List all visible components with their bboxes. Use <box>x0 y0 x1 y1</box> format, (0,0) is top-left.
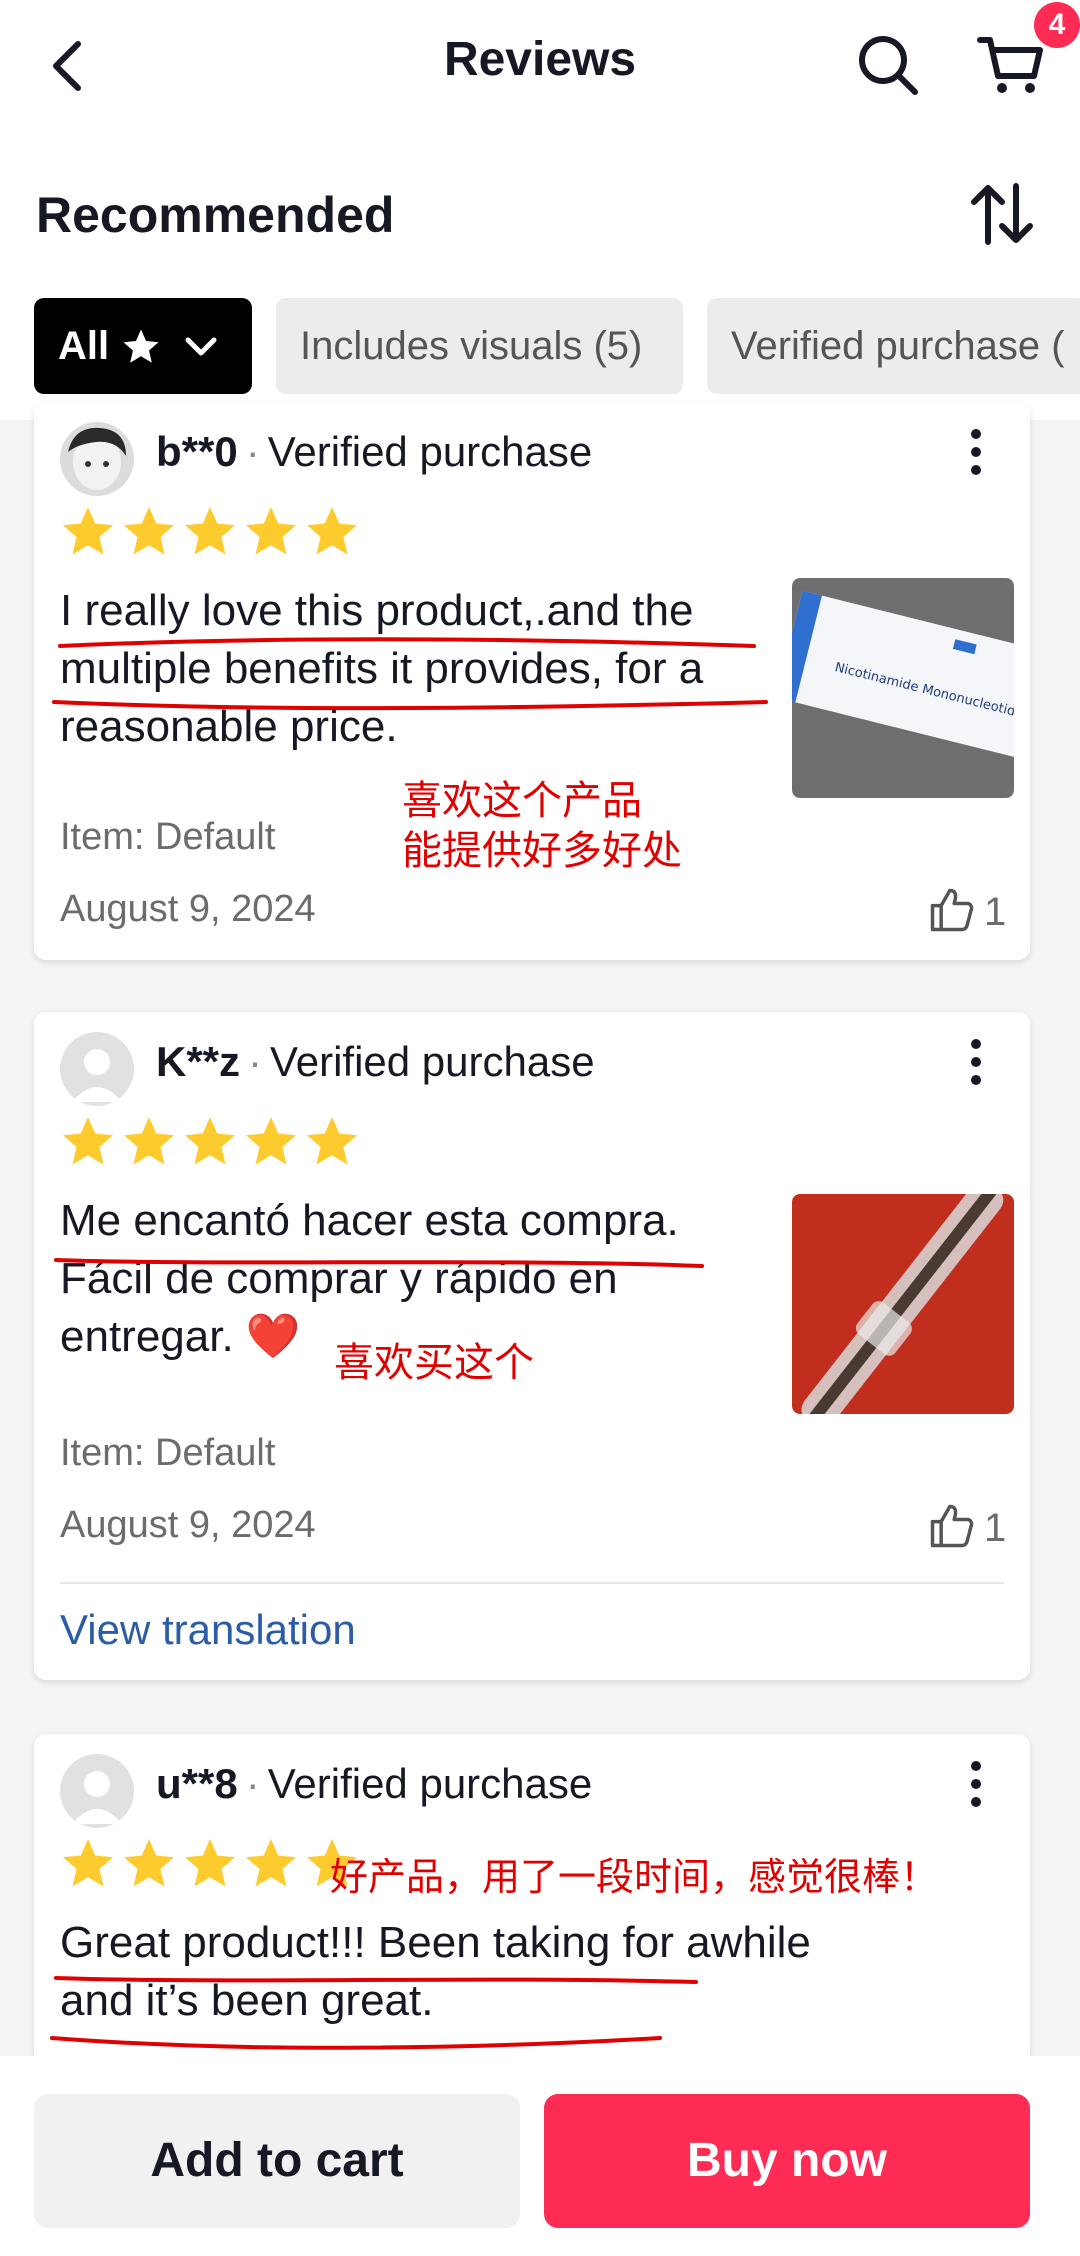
review-card: K**z · Verified purchase Me encantó hacer … <box>34 1012 1030 1680</box>
like-count: 1 <box>984 1506 1007 1550</box>
cart-icon <box>977 37 1043 93</box>
cart-button[interactable] <box>976 30 1046 100</box>
cart-count-badge: 4 <box>1034 2 1080 48</box>
top-bar: Reviews 4 <box>0 0 1080 150</box>
filter-all-label: All <box>58 324 110 368</box>
filter-visuals-chip[interactable]: Includes visuals (5) <box>276 298 683 394</box>
sort-button[interactable] <box>968 178 1036 250</box>
review-photo[interactable] <box>792 1194 1014 1414</box>
review-photo[interactable]: Nicotinamide Mononucleotide <box>792 578 1014 798</box>
item-variant: Item: Default <box>60 816 276 858</box>
filter-verified-chip[interactable]: Verified purchase ( <box>707 298 1080 394</box>
chevron-down-icon <box>185 337 217 356</box>
review-date: August 9, 2024 <box>60 1504 316 1546</box>
divider <box>60 1582 1004 1584</box>
annotation-line: 能提供好多好处 <box>402 828 682 874</box>
review-card: b**0 · Verified purchase I really love thi… <box>34 402 1030 960</box>
add-to-cart-button[interactable]: Add to cart <box>34 2094 520 2228</box>
annotation-note: 喜欢买这个 <box>334 1340 534 1386</box>
like-button[interactable]: 1 <box>926 884 1026 944</box>
star-icon <box>123 329 159 363</box>
filter-all-chip[interactable]: All <box>34 298 252 394</box>
bottom-action-bar: Add to cart Buy now <box>0 2056 1080 2256</box>
sort-label: Recommended <box>36 187 395 243</box>
view-translation-link[interactable]: View translation <box>60 1606 356 1654</box>
underline-annotation <box>50 1976 698 2050</box>
search-button[interactable] <box>855 32 921 98</box>
sort-header: Recommended All Includes visuals (5) Ver… <box>0 150 1080 420</box>
sort-arrows-icon <box>971 183 1033 245</box>
like-count: 1 <box>984 890 1007 934</box>
like-button[interactable]: 1 <box>926 1500 1026 1560</box>
review-card: u**8 · Verified purchase 好产品，用了一段时间，感觉很棒！ … <box>34 1734 1030 2064</box>
heart-emoji: ❤️ <box>245 1312 301 1361</box>
thumbs-up-icon <box>930 888 974 932</box>
review-date: August 9, 2024 <box>60 888 316 930</box>
search-icon <box>859 36 918 95</box>
buy-now-button[interactable]: Buy now <box>544 2094 1030 2228</box>
thumbs-up-icon <box>930 1504 974 1548</box>
annotation-note: 喜欢这个产品 能提供好多好处 <box>402 776 682 876</box>
item-variant: Item: Default <box>60 1432 276 1474</box>
annotation-line: 喜欢这个产品 <box>402 778 642 824</box>
